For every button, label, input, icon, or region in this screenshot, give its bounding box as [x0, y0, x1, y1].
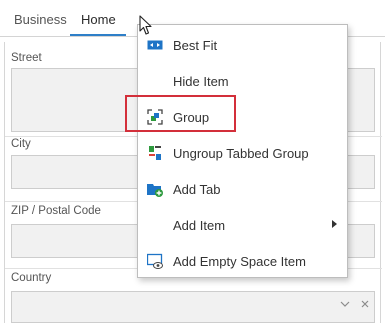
ungroup-icon — [149, 146, 161, 160]
zip-label: ZIP / Postal Code — [11, 205, 101, 217]
menu-item-best-fit[interactable]: Best Fit — [138, 27, 347, 63]
menu-item-add-item[interactable]: Add Item — [138, 207, 347, 243]
empty-space-icon — [147, 253, 163, 269]
menu-item-hide-item[interactable]: Hide Item — [138, 63, 347, 99]
city-label: City — [11, 138, 31, 150]
country-combobox-buttons — [340, 299, 370, 309]
street-label: Street — [11, 52, 42, 64]
clear-icon[interactable] — [360, 299, 370, 309]
menu-item-label: Best Fit — [173, 38, 218, 53]
tab-business[interactable]: Business — [14, 12, 67, 27]
menu-item-ungroup-tabbed-group[interactable]: Ungroup Tabbed Group — [138, 135, 347, 171]
mouse-pointer-icon — [139, 15, 152, 35]
menu-item-add-tab[interactable]: Add Tab — [138, 171, 347, 207]
menu-item-label: Add Tab — [173, 182, 221, 197]
menu-item-add-empty-space-item[interactable]: Add Empty Space Item — [138, 243, 347, 279]
best-fit-icon — [147, 40, 163, 50]
country-field-group: Country — [5, 272, 382, 323]
country-label: Country — [11, 272, 52, 284]
menu-item-label: Add Item — [173, 218, 226, 233]
group-highlight-frame — [125, 95, 236, 132]
menu-item-label: Hide Item — [173, 74, 229, 89]
country-combobox[interactable] — [11, 291, 375, 323]
menu-item-label: Add Empty Space Item — [173, 254, 306, 269]
chevron-down-icon[interactable] — [340, 299, 350, 309]
menu-item-label: Ungroup Tabbed Group — [173, 146, 309, 161]
add-tab-icon — [147, 184, 163, 197]
submenu-arrow-icon — [332, 220, 337, 228]
tab-home[interactable]: Home — [81, 12, 116, 27]
layout-context-menu: Best Fit Hide Item Group Ungroup Tabbed … — [137, 24, 348, 278]
